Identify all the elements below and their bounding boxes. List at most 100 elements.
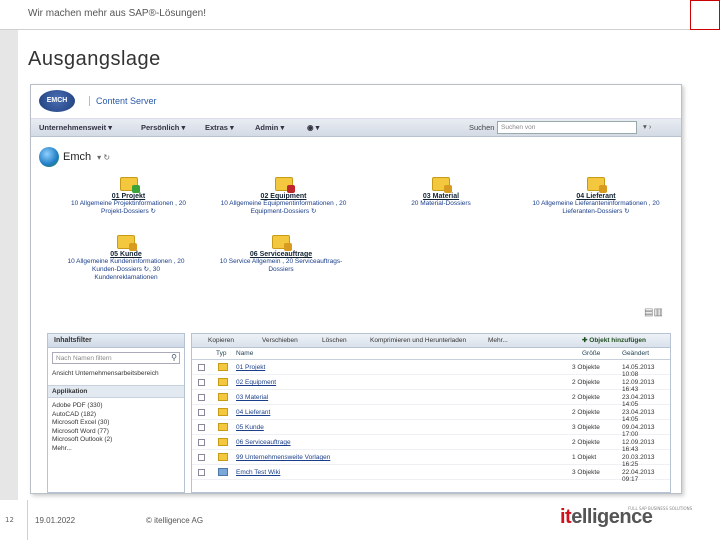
copy-button[interactable]: Kopieren bbox=[208, 337, 234, 344]
breadcrumb: Emch ▾ ↻ bbox=[39, 147, 110, 167]
folder-subtitle[interactable]: 10 Service Allgemein , 20 Serviceauftrag… bbox=[211, 258, 351, 274]
row-size: 2 Objekte bbox=[572, 379, 600, 386]
col-size[interactable]: Größe bbox=[582, 350, 600, 357]
more-button[interactable]: Mehr... bbox=[488, 337, 508, 344]
list-toolbar: Kopieren Verschieben Löschen Komprimiere… bbox=[192, 334, 670, 348]
search-options-icon[interactable]: ▾ › bbox=[643, 122, 651, 131]
col-type[interactable]: Typ bbox=[216, 350, 226, 357]
folder-name[interactable]: 02 Equipment bbox=[211, 193, 356, 200]
more-link[interactable]: Mehr... bbox=[52, 445, 180, 454]
menu-admin[interactable]: Admin ▾ bbox=[255, 123, 284, 132]
search-icon[interactable]: ⚲ bbox=[171, 353, 177, 362]
compress-download-button[interactable]: Komprimieren und Herunterladen bbox=[370, 337, 466, 344]
filter-placeholder: Nach Namen filtern bbox=[56, 355, 112, 362]
folder-name[interactable]: 03 Material bbox=[391, 193, 491, 200]
row-checkbox[interactable] bbox=[198, 394, 205, 401]
table-row[interactable]: 99 Unternehmensweite Vorlagen 1 Objekt 20.… bbox=[192, 450, 670, 468]
folder-tile[interactable]: 04 Lieferant 10 Allgemeine Lieferantenin… bbox=[521, 177, 671, 216]
menu-extras[interactable]: Extras ▾ bbox=[205, 123, 234, 132]
table-row[interactable]: 04 Lieferant 2 Objekte 23.04.2013 14:05 bbox=[192, 405, 670, 423]
folder-subtitle[interactable]: 10 Allgemeine Kundeninformationen , 20 K… bbox=[61, 258, 191, 282]
row-checkbox[interactable] bbox=[198, 409, 205, 416]
folder-icon bbox=[218, 378, 228, 386]
row-checkbox[interactable] bbox=[198, 469, 205, 476]
folder-tile[interactable]: 03 Material 20 Material-Dossiers bbox=[391, 177, 491, 208]
breadcrumb-label[interactable]: Emch bbox=[63, 151, 91, 163]
col-modified[interactable]: Geändert bbox=[622, 350, 649, 357]
table-row[interactable]: 02 Equipment 2 Objekte 12.09.2013 16:43 bbox=[192, 375, 670, 393]
menu-bar: Unternehmensweit ▾ Persönlich ▾ Extras ▾… bbox=[31, 119, 681, 137]
folder-icon bbox=[119, 177, 140, 193]
row-checkbox[interactable] bbox=[198, 379, 205, 386]
menu-label: Extras bbox=[205, 123, 228, 132]
chevron-down-icon: ▾ bbox=[230, 123, 234, 132]
folder-icon bbox=[218, 393, 228, 401]
globe-icon bbox=[39, 147, 59, 167]
folder-name[interactable]: 05 Kunde bbox=[61, 251, 191, 258]
app-filter-item[interactable]: Microsoft Outlook (2) bbox=[52, 436, 180, 445]
col-name[interactable]: Name bbox=[236, 350, 253, 357]
breadcrumb-actions[interactable]: ▾ ↻ bbox=[97, 153, 110, 162]
chevron-down-icon: ▾ bbox=[181, 123, 186, 132]
delete-button[interactable]: Löschen bbox=[322, 337, 347, 344]
app-header: EMCH Content Server bbox=[31, 85, 681, 119]
table-row[interactable]: 05 Kunde 3 Objekte 09.04.2013 17:00 bbox=[192, 420, 670, 438]
row-checkbox[interactable] bbox=[198, 439, 205, 446]
table-row[interactable]: Emch Test Wiki 3 Objekte 22.04.2013 09:17 bbox=[192, 465, 670, 483]
table-row[interactable]: 03 Material 2 Objekte 23.04.2013 14:05 bbox=[192, 390, 670, 408]
row-name[interactable]: 01 Projekt bbox=[236, 364, 265, 371]
folder-tile[interactable]: 01 Projekt 10 Allgemeine Projektinformat… bbox=[61, 177, 196, 216]
row-name[interactable]: Emch Test Wiki bbox=[236, 469, 280, 476]
row-checkbox[interactable] bbox=[198, 454, 205, 461]
row-name[interactable]: 99 Unternehmensweite Vorlagen bbox=[236, 454, 330, 461]
badge-icon bbox=[599, 185, 607, 193]
folder-tile[interactable]: 06 Serviceauftrage 10 Service Allgemein … bbox=[211, 235, 351, 274]
folder-subtitle[interactable]: 10 Allgemeine Equipmentinformationen , 2… bbox=[211, 200, 356, 216]
row-name[interactable]: 02 Equipment bbox=[236, 379, 276, 386]
folder-tile[interactable]: 05 Kunde 10 Allgemeine Kundeninformation… bbox=[61, 235, 191, 282]
app-filter-item[interactable]: Microsoft Excel (30) bbox=[52, 419, 180, 428]
menu-unternehmensweit[interactable]: Unternehmensweit ▾ bbox=[39, 123, 112, 132]
chevron-down-icon: ▾ bbox=[108, 123, 112, 132]
application-section-header: Applikation bbox=[48, 385, 184, 398]
menu-persoenlich[interactable]: Persönlich ▾ bbox=[141, 123, 185, 132]
folder-subtitle[interactable]: 10 Allgemeine Lieferanteninformationen ,… bbox=[521, 200, 671, 216]
badge-icon bbox=[131, 185, 140, 193]
logo-tagline: FULL SAP BUSINESS SOLUTIONS bbox=[628, 506, 693, 511]
help-icon[interactable]: ◉ ▾ bbox=[307, 123, 319, 132]
row-name[interactable]: 03 Material bbox=[236, 394, 268, 401]
emch-logo: EMCH bbox=[39, 90, 75, 112]
folder-tile[interactable]: 02 Equipment 10 Allgemeine Equipmentinfo… bbox=[211, 177, 356, 216]
app-filter-item[interactable]: AutoCAD (182) bbox=[52, 411, 180, 420]
app-filter-item[interactable]: Adobe PDF (330) bbox=[52, 402, 180, 411]
filter-scope[interactable]: Ansicht Unternehmensarbeitsbereich bbox=[52, 370, 180, 377]
row-size: 2 Objekte bbox=[572, 394, 600, 401]
content-filter-pane: Inhaltsfilter Nach Namen filtern ⚲ Ansic… bbox=[47, 333, 185, 493]
move-button[interactable]: Verschieben bbox=[262, 337, 298, 344]
row-date: 22.04.2013 09:17 bbox=[622, 469, 655, 483]
folder-subtitle[interactable]: 10 Allgemeine Projektinformationen , 20 … bbox=[61, 200, 196, 216]
table-row[interactable]: 01 Projekt 3 Objekte 14.05.2013 10:08 bbox=[192, 360, 670, 378]
slide-title: Ausgangslage bbox=[28, 48, 161, 70]
logo-prefix: it bbox=[560, 506, 572, 528]
row-name[interactable]: 04 Lieferant bbox=[236, 409, 270, 416]
folder-subtitle[interactable]: 20 Material-Dossiers bbox=[391, 200, 491, 208]
row-name[interactable]: 05 Kunde bbox=[236, 424, 264, 431]
row-name[interactable]: 06 Serviceauftrage bbox=[236, 439, 291, 446]
folder-name[interactable]: 01 Projekt bbox=[61, 193, 196, 200]
row-checkbox[interactable] bbox=[198, 424, 205, 431]
folder-icon bbox=[218, 453, 228, 461]
folder-name[interactable]: 04 Lieferant bbox=[521, 193, 671, 200]
search-input[interactable]: Suchen von bbox=[497, 121, 637, 134]
filter-input[interactable]: Nach Namen filtern ⚲ bbox=[52, 352, 180, 364]
view-toggle-icons[interactable]: ▤▥ bbox=[644, 307, 663, 318]
add-object-button[interactable]: ✚ Objekt hinzufügen bbox=[582, 336, 646, 344]
row-checkbox[interactable] bbox=[198, 364, 205, 371]
table-row[interactable]: 06 Serviceauftrage 2 Objekte 12.09.2013 16… bbox=[192, 435, 670, 453]
folder-icon bbox=[218, 363, 228, 371]
app-filter-item[interactable]: Microsoft Word (77) bbox=[52, 428, 180, 437]
page-number: 12 bbox=[5, 516, 14, 524]
filter-pane-title: Inhaltsfilter bbox=[48, 334, 184, 348]
folder-name[interactable]: 06 Serviceauftrage bbox=[211, 251, 351, 258]
badge-icon bbox=[444, 185, 452, 193]
